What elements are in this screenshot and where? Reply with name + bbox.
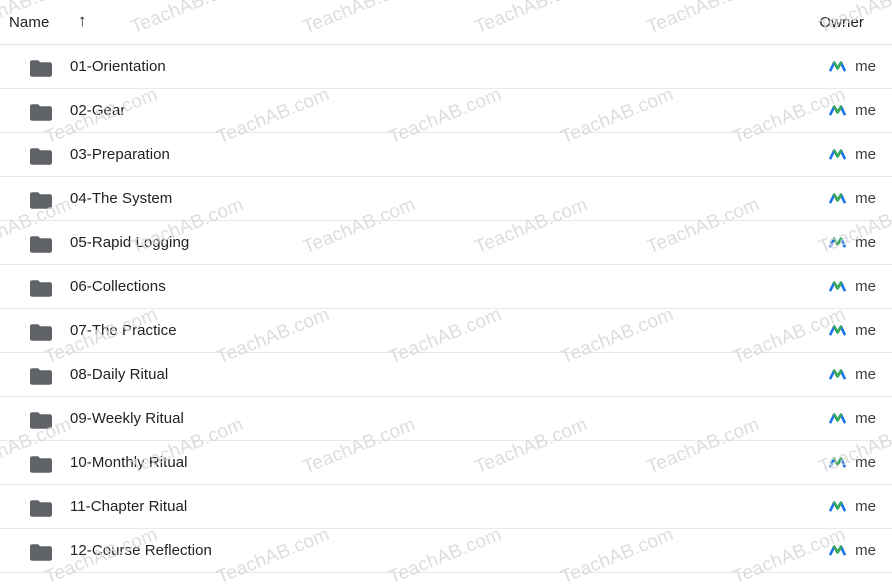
file-name-label[interactable]: 03-Preparation bbox=[70, 146, 170, 163]
table-row[interactable]: 10-Monthly Ritual me bbox=[0, 441, 892, 485]
owner-label: me bbox=[855, 278, 876, 295]
owner-avatar-icon bbox=[829, 542, 846, 559]
owner-label: me bbox=[855, 190, 876, 207]
owner-avatar-icon bbox=[829, 454, 846, 471]
file-name-label[interactable]: 06-Collections bbox=[70, 278, 166, 295]
owner-avatar-icon bbox=[829, 498, 846, 515]
owner-label: me bbox=[855, 410, 876, 427]
folder-icon bbox=[30, 456, 52, 473]
owner-cell: me bbox=[829, 234, 876, 251]
owner-label: me bbox=[855, 146, 876, 163]
file-name-label[interactable]: 09-Weekly Ritual bbox=[70, 410, 184, 427]
folder-icon bbox=[30, 500, 52, 517]
table-row[interactable]: 06-Collections me bbox=[0, 265, 892, 309]
owner-avatar-icon bbox=[829, 102, 846, 119]
sort-ascending-arrow-icon[interactable]: ↑ bbox=[78, 11, 87, 31]
folder-icon bbox=[30, 192, 52, 209]
table-row[interactable]: 07-The Practice me bbox=[0, 309, 892, 353]
file-name-label[interactable]: 05-Rapid Logging bbox=[70, 234, 189, 251]
owner-avatar-icon bbox=[829, 322, 846, 339]
owner-cell: me bbox=[829, 410, 876, 427]
file-name-label[interactable]: 12-Course Reflection bbox=[70, 542, 212, 559]
folder-icon bbox=[30, 368, 52, 385]
folder-icon bbox=[30, 280, 52, 297]
file-name-label[interactable]: 11-Chapter Ritual bbox=[70, 498, 187, 515]
table-row[interactable]: 11-Chapter Ritual me bbox=[0, 485, 892, 529]
column-header-name[interactable]: Name bbox=[9, 14, 49, 31]
file-name-label[interactable]: 10-Monthly Ritual bbox=[70, 454, 188, 471]
file-list-screen: Name ↑ Owner 01-Orientation me 02-Gear me 03… bbox=[0, 0, 892, 584]
owner-avatar-icon bbox=[829, 58, 846, 75]
file-table: Name ↑ Owner 01-Orientation me 02-Gear me 03… bbox=[0, 0, 892, 573]
folder-icon bbox=[30, 544, 52, 561]
owner-label: me bbox=[855, 366, 876, 383]
owner-cell: me bbox=[829, 542, 876, 559]
table-row[interactable]: 04-The System me bbox=[0, 177, 892, 221]
owner-avatar-icon bbox=[829, 278, 846, 295]
folder-icon bbox=[30, 236, 52, 253]
owner-cell: me bbox=[829, 146, 876, 163]
folder-icon bbox=[30, 148, 52, 165]
owner-cell: me bbox=[829, 498, 876, 515]
owner-avatar-icon bbox=[829, 410, 846, 427]
owner-cell: me bbox=[829, 454, 876, 471]
owner-avatar-icon bbox=[829, 146, 846, 163]
owner-cell: me bbox=[829, 58, 876, 75]
owner-label: me bbox=[855, 498, 876, 515]
table-body: 01-Orientation me 02-Gear me 03-Preparation m… bbox=[0, 45, 892, 573]
table-row[interactable]: 12-Course Reflection me bbox=[0, 529, 892, 573]
table-row[interactable]: 02-Gear me bbox=[0, 89, 892, 133]
owner-label: me bbox=[855, 58, 876, 75]
owner-label: me bbox=[855, 454, 876, 471]
folder-icon bbox=[30, 412, 52, 429]
column-header-owner[interactable]: Owner bbox=[819, 14, 864, 31]
owner-avatar-icon bbox=[829, 366, 846, 383]
owner-cell: me bbox=[829, 102, 876, 119]
table-row[interactable]: 09-Weekly Ritual me bbox=[0, 397, 892, 441]
file-name-label[interactable]: 08-Daily Ritual bbox=[70, 366, 168, 383]
table-header: Name ↑ Owner bbox=[0, 0, 892, 45]
table-row[interactable]: 08-Daily Ritual me bbox=[0, 353, 892, 397]
table-row[interactable]: 01-Orientation me bbox=[0, 45, 892, 89]
owner-label: me bbox=[855, 234, 876, 251]
owner-avatar-icon bbox=[829, 190, 846, 207]
owner-cell: me bbox=[829, 322, 876, 339]
folder-icon bbox=[30, 60, 52, 77]
folder-icon bbox=[30, 104, 52, 121]
file-name-label[interactable]: 01-Orientation bbox=[70, 58, 166, 75]
file-name-label[interactable]: 02-Gear bbox=[70, 102, 125, 119]
folder-icon bbox=[30, 324, 52, 341]
table-row[interactable]: 05-Rapid Logging me bbox=[0, 221, 892, 265]
owner-label: me bbox=[855, 102, 876, 119]
owner-cell: me bbox=[829, 366, 876, 383]
table-row[interactable]: 03-Preparation me bbox=[0, 133, 892, 177]
owner-cell: me bbox=[829, 278, 876, 295]
file-name-label[interactable]: 07-The Practice bbox=[70, 322, 177, 339]
owner-label: me bbox=[855, 322, 876, 339]
owner-label: me bbox=[855, 542, 876, 559]
owner-avatar-icon bbox=[829, 234, 846, 251]
file-name-label[interactable]: 04-The System bbox=[70, 190, 172, 207]
owner-cell: me bbox=[829, 190, 876, 207]
